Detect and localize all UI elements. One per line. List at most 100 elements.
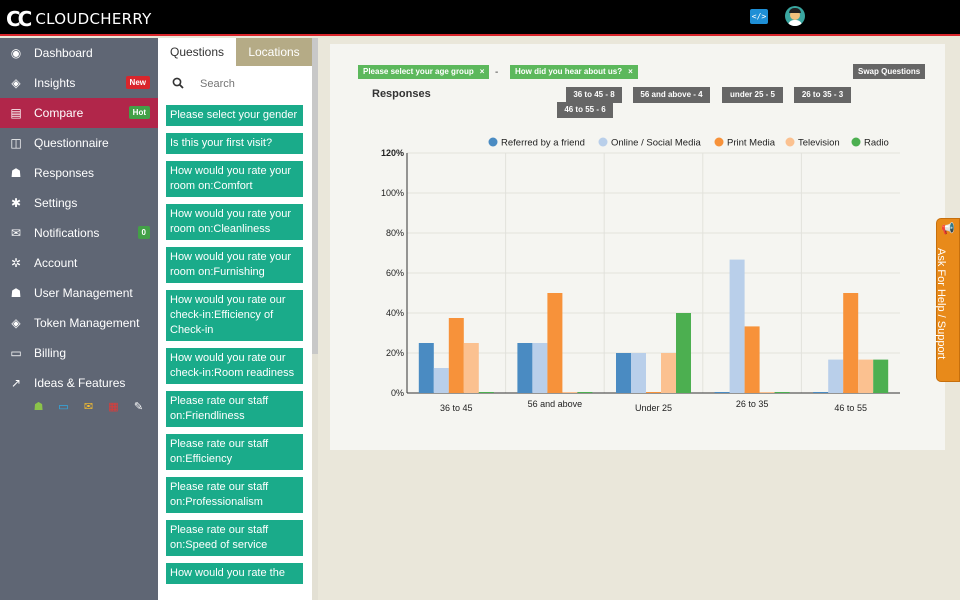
laptop-icon[interactable]: ▭ [56, 400, 71, 414]
sidebar-item-label: Notifications [34, 226, 100, 240]
tab-locations[interactable]: Locations [236, 38, 312, 66]
sidebar-item-questionnaire[interactable]: ◫ Questionnaire [0, 128, 158, 158]
x-tick-label: 46 to 55 [834, 403, 867, 413]
remove-icon[interactable]: × [628, 67, 633, 76]
x-tick-label: 56 and above [528, 399, 583, 409]
sidebar-item-token-management[interactable]: ◈ Token Management [0, 308, 158, 338]
question-item[interactable]: How would you rate the [166, 563, 303, 584]
sidebar-item-ideas-features[interactable]: ↗ Ideas & Features [0, 368, 158, 398]
bar-online-social-media [631, 353, 646, 393]
legend-marker [785, 137, 795, 147]
sidebar-item-settings[interactable]: ✱ Settings [0, 188, 158, 218]
bar-television [661, 353, 676, 393]
y-tick-label: 40% [386, 308, 404, 318]
apple-icon[interactable] [6, 400, 21, 414]
sidebar-item-dashboard[interactable]: ◉ Dashboard [0, 38, 158, 68]
sidebar-item-responses[interactable]: ☗ Responses [0, 158, 158, 188]
bar-referred-by-a-friend [616, 353, 631, 393]
envelope-icon: ✉ [10, 226, 22, 240]
tab-questions[interactable]: Questions [158, 38, 236, 66]
question-item[interactable]: How would you rate our check-in:Efficien… [166, 290, 303, 341]
count-chip: 46 to 55 - 6 [557, 102, 613, 118]
bar-chart-icon: ▤ [10, 106, 22, 120]
question-item[interactable]: How would you rate your room on:Comfort [166, 161, 303, 197]
search-input[interactable] [200, 78, 296, 90]
panel-tabs: Questions Locations [158, 38, 312, 66]
bar-referred-by-a-friend [517, 343, 533, 393]
sidebar-item-account[interactable]: ✲ Account [0, 248, 158, 278]
filter-separator: - [495, 67, 499, 78]
filter-chip-age-group[interactable]: Please select your age group × [358, 65, 490, 79]
legend-marker [714, 137, 724, 147]
tag-icon: ◈ [11, 316, 21, 330]
users-icon: ☗ [10, 166, 22, 180]
legend-label: Online / Social Media [611, 138, 701, 149]
scrollbar-thumb[interactable] [312, 38, 318, 354]
mail-icon[interactable]: ✉ [81, 400, 96, 414]
bar-television [562, 392, 578, 393]
gear-icon: ✱ [10, 196, 22, 210]
y-tick-label: 120% [381, 148, 404, 158]
external-link-icon: ↗ [10, 376, 22, 390]
bar-television [759, 392, 775, 393]
question-list: Please select your gender Is this your fi… [166, 105, 303, 591]
legend-marker [488, 137, 498, 147]
filter-chip-heard-about[interactable]: How did you hear about us? × [510, 65, 638, 79]
bar-referred-by-a-friend [714, 392, 730, 393]
chart-section-title: Responses [372, 88, 431, 100]
sidebar-item-compare[interactable]: ▤ Compare Hot [0, 98, 164, 128]
scrollbar-track[interactable] [312, 354, 318, 600]
filter-chip-label: How did you hear about us? [515, 67, 623, 76]
sidebar-item-label: Settings [34, 196, 78, 210]
android-icon[interactable]: ☗ [31, 400, 46, 414]
bar-referred-by-a-friend [813, 392, 829, 393]
question-item[interactable]: How would you rate your room on:Furnishi… [166, 247, 303, 283]
code-icon[interactable]: </> [750, 9, 768, 24]
bar-television [463, 343, 479, 393]
count-chip: 36 to 45 - 8 [566, 87, 622, 103]
question-item[interactable]: Please rate our staff on:Efficiency [166, 434, 303, 470]
question-item[interactable]: Please rate our staff on:Friendliness [166, 391, 303, 427]
megaphone-icon: 📢 [941, 223, 955, 235]
sidebar-item-label: Responses [34, 166, 95, 180]
questions-panel: Questions Locations Please select your g… [158, 38, 312, 600]
edit-icon[interactable]: ✎ [131, 400, 146, 414]
qr-code-icon[interactable]: ▦ [106, 400, 121, 414]
sidebar-item-user-management[interactable]: ☗ User Management [0, 278, 158, 308]
user-avatar[interactable] [785, 6, 805, 26]
bar-radio [774, 392, 790, 393]
swap-questions-button[interactable]: Swap Questions [853, 64, 926, 79]
question-item[interactable]: How would you rate our check-in:Room rea… [166, 348, 303, 384]
sidebar-item-label: Questionnaire [34, 136, 109, 150]
search-icon[interactable] [166, 77, 190, 92]
y-tick-label: 80% [386, 228, 404, 238]
sidebar-item-label: Dashboard [34, 46, 93, 60]
bar-television [858, 359, 874, 393]
search-bar [166, 72, 306, 96]
bar-print-media [744, 326, 760, 393]
bar-radio [478, 392, 494, 393]
x-tick-label: 26 to 35 [736, 399, 769, 409]
sidebar-item-label: Account [34, 256, 78, 270]
bar-online-social-media [729, 259, 745, 393]
question-item[interactable]: Please select your gender [166, 105, 303, 126]
bar-radio [676, 313, 691, 393]
y-tick-label: 0% [391, 388, 404, 398]
sidebar-item-insights[interactable]: ◈ Insights New [0, 68, 158, 98]
y-tick-label: 100% [381, 188, 404, 198]
brand-logo[interactable]: CC CLOUDCHERRY [6, 7, 152, 31]
status-badge: Hot [128, 106, 150, 119]
top-bar: CC CLOUDCHERRY </> [0, 0, 960, 36]
sidebar-item-billing[interactable]: ▭ Billing [0, 338, 158, 368]
sidebar-item-notifications[interactable]: ✉ Notifications 0 [0, 218, 158, 248]
count-chip: under 25 - 5 [722, 87, 783, 103]
sidebar-item-label: Insights [34, 76, 76, 90]
question-item[interactable]: How would you rate your room on:Cleanlin… [166, 204, 303, 240]
question-item[interactable]: Please rate our staff on:Speed of servic… [166, 520, 303, 556]
question-item[interactable]: Is this your first visit? [166, 133, 303, 154]
y-tick-label: 60% [386, 268, 404, 278]
bar-chart: 0% 20% 40% 60% 80% 100% 120% 36 to 45 56 and abo… [381, 137, 900, 413]
remove-icon[interactable]: × [480, 67, 485, 76]
question-item[interactable]: Please rate our staff on:Professionalism [166, 477, 303, 513]
legend-label: Referred by a friend [501, 138, 585, 149]
